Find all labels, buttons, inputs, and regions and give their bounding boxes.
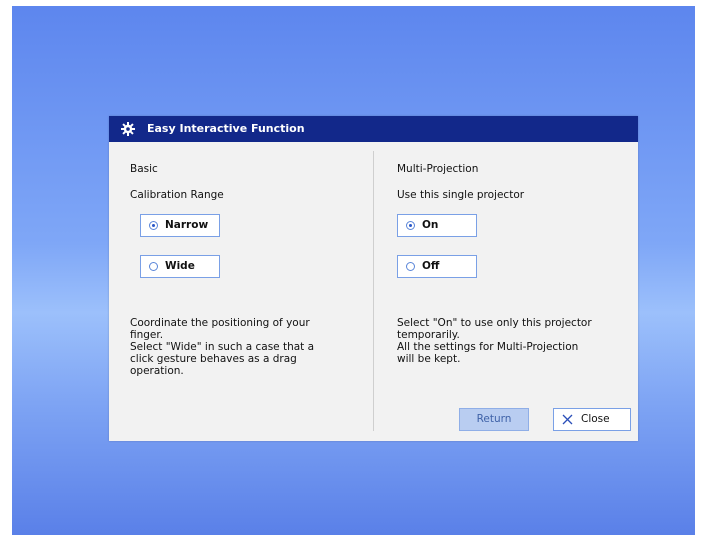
easy-interactive-dialog: Easy Interactive Function Basic Calibrat… — [109, 116, 638, 441]
close-icon — [562, 414, 573, 425]
narrow-option-label: Narrow — [165, 219, 209, 231]
narrow-radio-option[interactable]: Narrow — [140, 214, 220, 237]
multi-projection-heading: Multi-Projection — [397, 163, 479, 175]
basic-heading: Basic — [130, 163, 158, 175]
return-button-label: Return — [476, 413, 512, 425]
calibration-description: Coordinate the positioning of your finge… — [130, 317, 315, 377]
calibration-range-label: Calibration Range — [130, 189, 224, 201]
return-button[interactable]: Return — [459, 408, 529, 431]
radio-unselected-indicator — [406, 262, 415, 271]
close-button-label: Close — [581, 413, 610, 425]
dialog-title: Easy Interactive Function — [147, 122, 305, 135]
off-radio-option[interactable]: Off — [397, 255, 477, 278]
single-projector-label: Use this single projector — [397, 189, 525, 201]
dialog-titlebar: Easy Interactive Function — [109, 116, 638, 142]
radio-unselected-indicator — [149, 262, 158, 271]
gear-icon — [121, 122, 135, 136]
projector-screen-background: Easy Interactive Function Basic Calibrat… — [12, 6, 695, 535]
off-option-label: Off — [422, 260, 440, 272]
wide-option-label: Wide — [165, 260, 195, 272]
close-button[interactable]: Close — [553, 408, 631, 431]
on-option-label: On — [422, 219, 439, 231]
on-radio-option[interactable]: On — [397, 214, 477, 237]
radio-selected-indicator — [406, 221, 415, 230]
radio-selected-indicator — [149, 221, 158, 230]
column-divider — [373, 151, 374, 431]
wide-radio-option[interactable]: Wide — [140, 255, 220, 278]
multi-projection-description: Select "On" to use only this projector t… — [397, 317, 592, 365]
